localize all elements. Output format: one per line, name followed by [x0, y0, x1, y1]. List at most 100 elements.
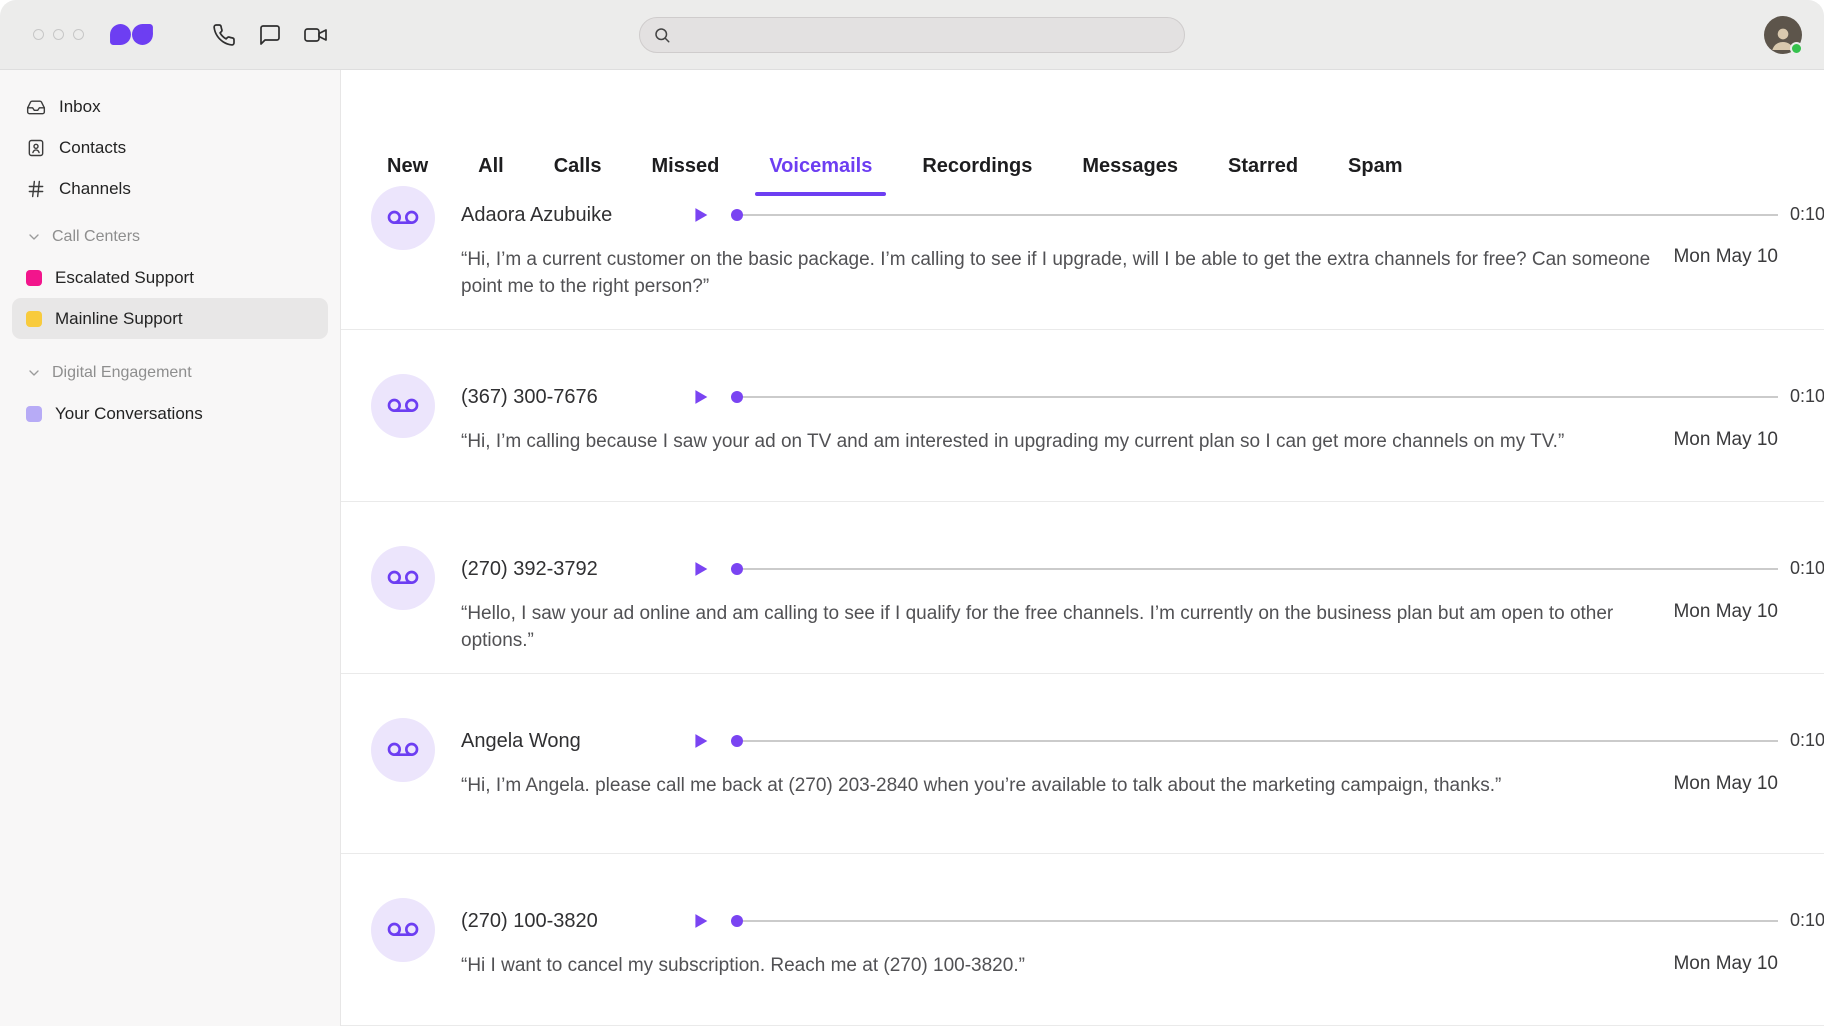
play-button[interactable]	[689, 910, 711, 932]
sidebar-item-label: Channels	[59, 179, 131, 199]
voicemail-list: Adaora Azubuike 0:10 “Hi, I’m a current …	[341, 196, 1824, 1026]
tabs: NewAllCallsMissedVoicemailsRecordingsMes…	[341, 70, 1824, 196]
play-button[interactable]	[689, 386, 711, 408]
window-maximize-button[interactable]	[73, 29, 84, 40]
voicemail-icon	[387, 202, 419, 234]
tab-spam[interactable]: Spam	[1348, 154, 1402, 196]
tab-messages[interactable]: Messages	[1082, 154, 1178, 196]
caller-name: Angela Wong	[461, 730, 689, 753]
sidebar-nav: Inbox Contacts Channels Call Centers Esc…	[0, 70, 341, 1026]
tab-voicemails[interactable]: Voicemails	[769, 154, 872, 196]
sidebar-channel-item[interactable]: Mainline Support	[12, 298, 328, 339]
channel-color-swatch	[26, 406, 42, 422]
dialpad-logo-icon	[110, 23, 154, 46]
playback-slider[interactable]	[731, 563, 1778, 575]
duration-label: 0:10	[1790, 558, 1824, 579]
voicemail-row[interactable]: Adaora Azubuike 0:10 “Hi, I’m a current …	[341, 196, 1824, 330]
online-status-dot	[1790, 42, 1803, 55]
search-bar[interactable]	[639, 17, 1185, 53]
tab-starred[interactable]: Starred	[1228, 154, 1298, 196]
channel-color-swatch	[26, 311, 42, 327]
transcript-text: “Hi, I’m calling because I saw your ad o…	[461, 428, 1651, 455]
date-label: Mon May 10	[1673, 429, 1778, 451]
chevron-down-icon	[26, 229, 42, 245]
voicemail-icon	[387, 734, 419, 766]
caller-name: (270) 100-3820	[461, 910, 689, 933]
slider-track[interactable]	[743, 568, 1778, 570]
voicemail-row[interactable]: (270) 100-3820 0:10 “Hi I want to cancel…	[341, 854, 1824, 1026]
voicemail-icon	[387, 562, 419, 594]
tab-recordings[interactable]: Recordings	[922, 154, 1032, 196]
user-avatar[interactable]	[1764, 16, 1802, 54]
playback-slider[interactable]	[731, 391, 1778, 403]
slider-track[interactable]	[743, 214, 1778, 216]
sidebar-item-inbox[interactable]: Inbox	[12, 86, 328, 127]
voicemail-row[interactable]: (270) 392-3792 0:10 “Hello, I saw your a…	[341, 502, 1824, 674]
sidebar-channel-item[interactable]: Your Conversations	[12, 393, 328, 434]
search-input[interactable]	[671, 25, 1184, 45]
caller-name: (367) 300-7676	[461, 386, 689, 409]
caller-name: (270) 392-3792	[461, 558, 689, 581]
sidebar-item-label: Escalated Support	[55, 268, 194, 288]
slider-handle[interactable]	[731, 209, 743, 221]
date-label: Mon May 10	[1673, 773, 1778, 795]
voicemail-avatar	[371, 898, 435, 962]
sidebar-section-header[interactable]: Digital Engagement	[12, 353, 328, 393]
slider-track[interactable]	[743, 740, 1778, 742]
slider-handle[interactable]	[731, 915, 743, 927]
inbox-icon	[26, 97, 46, 117]
sidebar-item-channels[interactable]: Channels	[12, 168, 328, 209]
sidebar-section-header[interactable]: Call Centers	[12, 217, 328, 257]
top-bar	[0, 0, 1824, 70]
slider-handle[interactable]	[731, 735, 743, 747]
transcript-text: “Hi, I’m Angela. please call me back at …	[461, 772, 1651, 799]
voicemail-icon	[387, 914, 419, 946]
duration-label: 0:10	[1790, 910, 1824, 931]
voicemail-avatar	[371, 546, 435, 610]
hash-icon	[26, 179, 46, 199]
slider-track[interactable]	[743, 396, 1778, 398]
search-icon	[653, 26, 671, 44]
voicemail-avatar	[371, 186, 435, 250]
voicemail-icon	[387, 390, 419, 422]
topbar-actions	[212, 23, 328, 47]
sidebar-item-label: Mainline Support	[55, 309, 183, 329]
app-window: Inbox Contacts Channels Call Centers Esc…	[0, 0, 1824, 1026]
slider-handle[interactable]	[731, 563, 743, 575]
playback-slider[interactable]	[731, 915, 1778, 927]
caller-name: Adaora Azubuike	[461, 204, 689, 227]
window-minimize-button[interactable]	[53, 29, 64, 40]
date-label: Mon May 10	[1673, 601, 1778, 623]
play-button[interactable]	[689, 204, 711, 226]
chat-icon[interactable]	[258, 23, 282, 47]
sidebar-channel-item[interactable]: Escalated Support	[12, 257, 328, 298]
duration-label: 0:10	[1790, 204, 1824, 225]
duration-label: 0:10	[1790, 386, 1824, 407]
contacts-icon	[26, 138, 46, 158]
tab-calls[interactable]: Calls	[554, 154, 602, 196]
date-label: Mon May 10	[1673, 246, 1778, 268]
sidebar-item-label: Inbox	[59, 97, 101, 117]
playback-slider[interactable]	[731, 735, 1778, 747]
main-content: NewAllCallsMissedVoicemailsRecordingsMes…	[341, 70, 1824, 1026]
slider-handle[interactable]	[731, 391, 743, 403]
window-close-button[interactable]	[33, 29, 44, 40]
phone-icon[interactable]	[212, 23, 236, 47]
transcript-text: “Hi I want to cancel my subscription. Re…	[461, 952, 1651, 979]
sidebar-item-label: Contacts	[59, 138, 126, 158]
transcript-text: “Hello, I saw your ad online and am call…	[461, 600, 1651, 654]
voicemail-row[interactable]: (367) 300-7676 0:10 “Hi, I’m calling bec…	[341, 330, 1824, 502]
slider-track[interactable]	[743, 920, 1778, 922]
playback-slider[interactable]	[731, 209, 1778, 221]
sidebar-item-contacts[interactable]: Contacts	[12, 127, 328, 168]
play-button[interactable]	[689, 730, 711, 752]
date-label: Mon May 10	[1673, 953, 1778, 975]
channel-color-swatch	[26, 270, 42, 286]
tab-all[interactable]: All	[478, 154, 504, 196]
tab-missed[interactable]: Missed	[652, 154, 720, 196]
duration-label: 0:10	[1790, 730, 1824, 751]
sidebar-section-label: Call Centers	[52, 228, 140, 246]
voicemail-row[interactable]: Angela Wong 0:10 “Hi, I’m Angela. please…	[341, 674, 1824, 854]
play-button[interactable]	[689, 558, 711, 580]
video-icon[interactable]	[304, 23, 328, 47]
